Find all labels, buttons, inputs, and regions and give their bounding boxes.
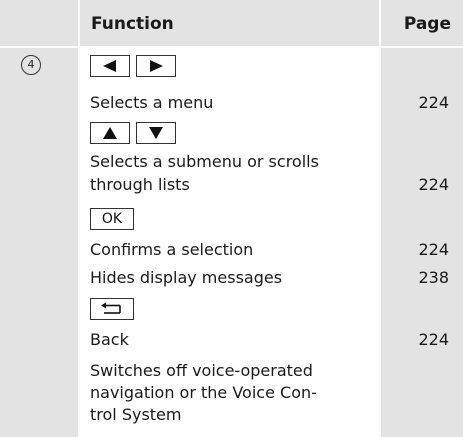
number-column <box>0 48 78 437</box>
column-divider <box>379 0 381 437</box>
ok-key: OK <box>90 208 134 230</box>
function-table: Function Page 4 Selects a menu 224 Selec… <box>0 0 463 437</box>
entry-text: Back <box>90 330 129 349</box>
entry-text: Confirms a selection <box>90 240 254 259</box>
page-header: Page <box>403 14 451 34</box>
entry-page: 224 <box>418 330 449 349</box>
entry-text: Switches off voice-operated <box>90 361 313 380</box>
entry-text: navigation or the Voice Con- <box>90 383 317 402</box>
arrow-up-icon <box>90 122 130 144</box>
arrow-left-icon <box>90 55 130 77</box>
entry-page: 224 <box>418 175 449 194</box>
entry-text: Selects a submenu or scrolls <box>90 152 319 171</box>
table-header <box>0 0 463 48</box>
function-header: Function <box>91 14 174 34</box>
entry-page: 238 <box>418 268 449 287</box>
entry-page: 224 <box>418 93 449 112</box>
column-divider <box>78 0 80 437</box>
arrow-down-icon <box>136 122 176 144</box>
row-number: 4 <box>21 55 41 75</box>
entry-page: 224 <box>418 240 449 259</box>
entry-text: Hides display messages <box>90 268 283 287</box>
back-icon <box>90 298 134 320</box>
entry-text: through lists <box>90 175 190 194</box>
arrow-right-icon <box>136 55 176 77</box>
entry-text: Selects a menu <box>90 93 214 112</box>
entry-text: trol System <box>90 405 182 424</box>
